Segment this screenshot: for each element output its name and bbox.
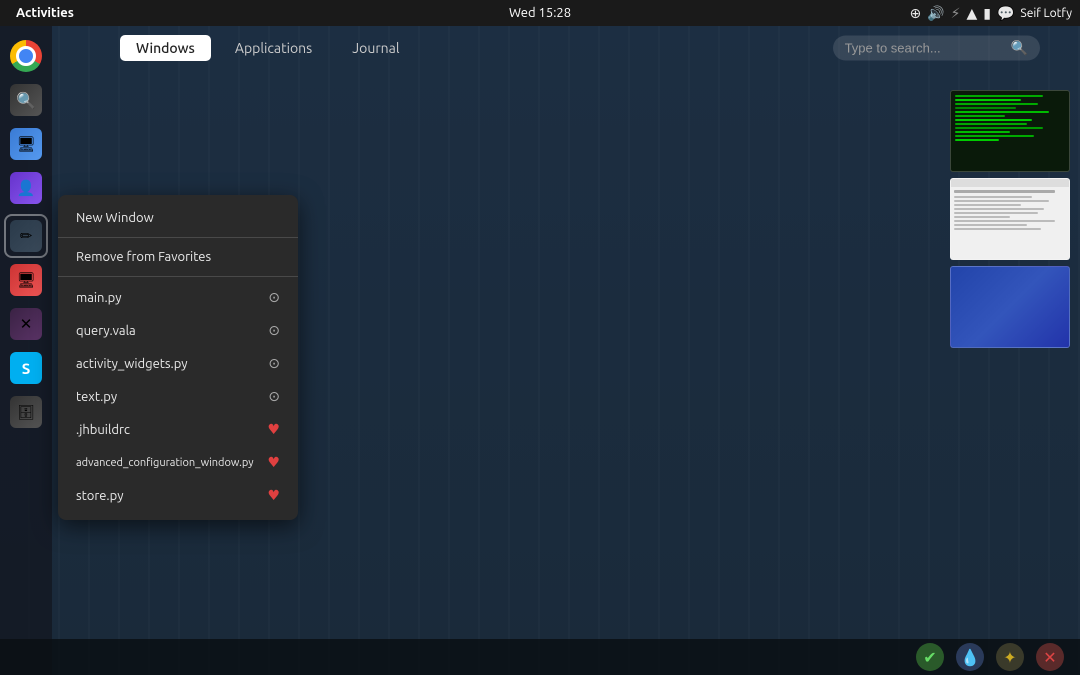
sidebar-dock: 🔍 🖥 👤 ✏ gedit 🖥 ✕ S 🗄 xyxy=(0,26,52,675)
browser-preview[interactable] xyxy=(950,178,1070,260)
browser-content xyxy=(951,187,1069,235)
terminal-preview[interactable] xyxy=(950,90,1070,172)
menu-item-store-py[interactable]: store.py ♥ xyxy=(58,479,298,512)
dock-item-imageviewer[interactable]: 🔍 xyxy=(6,80,46,120)
gedit-icon: ✏ xyxy=(10,220,42,252)
context-menu: New Window Remove from Favorites main.py… xyxy=(58,195,298,520)
dock-item-app4[interactable]: 👤 xyxy=(6,168,46,208)
previews-panel xyxy=(950,90,1070,348)
app4-icon: 👤 xyxy=(10,172,42,204)
bottombar-icon-star[interactable]: ✦ xyxy=(996,643,1024,671)
menu-item-new-window[interactable]: New Window xyxy=(58,203,298,233)
app9-icon: 🗄 xyxy=(10,396,42,428)
star-icon: ✦ xyxy=(1003,648,1016,667)
topbar-right: ⊕ 🔊 ⚡ ▲ ▮ 💬 Seif Lotfy xyxy=(909,5,1072,22)
imageviewer-icon: 🔍 xyxy=(10,84,42,116)
dock-item-app7[interactable]: ✕ xyxy=(6,304,46,344)
app6-icon: 🖥 xyxy=(10,264,42,296)
bottombar-icon-x[interactable]: ✕ xyxy=(1036,643,1064,671)
topbar: Activities Wed 15:28 ⊕ 🔊 ⚡ ▲ ▮ 💬 Seif Lo… xyxy=(0,0,1080,26)
menu-item-main-py-label: main.py xyxy=(76,291,122,305)
menu-item-main-py-icon: ⊙ xyxy=(268,289,280,306)
browser-bar xyxy=(951,179,1069,187)
dock-item-app9[interactable]: 🗄 xyxy=(6,392,46,432)
check-icon: ✔ xyxy=(923,648,936,667)
tab-windows[interactable]: Windows xyxy=(120,35,211,61)
search-input[interactable] xyxy=(845,41,1005,56)
app3-icon: 🖥 xyxy=(10,128,42,160)
user-name: Seif Lotfy xyxy=(1020,7,1072,20)
menu-item-jhbuildrc[interactable]: .jhbuildrc ♥ xyxy=(58,413,298,446)
search-icon: 🔍 xyxy=(1011,40,1028,57)
terminal-lines xyxy=(951,91,1069,147)
menu-item-store-py-icon: ♥ xyxy=(267,487,280,504)
volume-icon[interactable]: 🔊 xyxy=(927,5,944,22)
bottombar-icon-drop[interactable]: 💧 xyxy=(956,643,984,671)
menu-item-advanced-config-label: advanced_configuration_window.py xyxy=(76,457,254,469)
tab-applications[interactable]: Applications xyxy=(219,35,328,61)
desktop-preview[interactable] xyxy=(950,266,1070,348)
menu-item-text-py[interactable]: text.py ⊙ xyxy=(58,380,298,413)
user-label[interactable]: Seif Lotfy xyxy=(1020,7,1072,20)
dock-item-gedit[interactable]: ✏ gedit xyxy=(6,216,46,256)
menu-item-remove-favorites[interactable]: Remove from Favorites xyxy=(58,242,298,272)
menu-item-jhbuildrc-icon: ♥ xyxy=(267,421,280,438)
wifi-icon[interactable]: ▲ xyxy=(966,5,977,22)
menu-item-new-window-label: New Window xyxy=(76,211,154,225)
navbar: Windows Applications Journal 🔍 xyxy=(0,26,1080,70)
bottombar: ✔ 💧 ✦ ✕ xyxy=(0,639,1080,675)
menu-item-query-vala-icon: ⊙ xyxy=(268,322,280,339)
menu-item-activity-widgets-icon: ⊙ xyxy=(268,355,280,372)
menu-item-text-py-label: text.py xyxy=(76,390,117,404)
app7-icon: ✕ xyxy=(10,308,42,340)
activities-button[interactable]: Activities xyxy=(8,6,82,20)
dock-item-skype[interactable]: S xyxy=(6,348,46,388)
topbar-clock: Wed 15:28 xyxy=(509,6,571,20)
bottombar-icon-check[interactable]: ✔ xyxy=(916,643,944,671)
tab-journal[interactable]: Journal xyxy=(336,35,415,61)
skype-icon: S xyxy=(10,352,42,384)
bluetooth2-icon[interactable]: ⚡ xyxy=(951,5,961,22)
search-box[interactable]: 🔍 xyxy=(833,36,1040,61)
menu-item-text-py-icon: ⊙ xyxy=(268,388,280,405)
drop-icon: 💧 xyxy=(960,648,980,667)
menu-item-activity-widgets[interactable]: activity_widgets.py ⊙ xyxy=(58,347,298,380)
menu-divider-1 xyxy=(58,237,298,238)
menu-divider-2 xyxy=(58,276,298,277)
dock-item-app6[interactable]: 🖥 xyxy=(6,260,46,300)
menu-item-remove-favorites-label: Remove from Favorites xyxy=(76,250,211,264)
menu-item-store-py-label: store.py xyxy=(76,489,123,503)
menu-item-query-vala-label: query.vala xyxy=(76,324,136,338)
menu-item-jhbuildrc-label: .jhbuildrc xyxy=(76,423,130,437)
bluetooth-icon: ⊕ xyxy=(909,5,921,22)
dock-item-app3[interactable]: 🖥 xyxy=(6,124,46,164)
menu-item-query-vala[interactable]: query.vala ⊙ xyxy=(58,314,298,347)
menu-item-activity-widgets-label: activity_widgets.py xyxy=(76,357,188,371)
menu-item-advanced-config[interactable]: advanced_configuration_window.py ♥ xyxy=(58,446,298,479)
chat-icon[interactable]: 💬 xyxy=(997,5,1014,22)
menu-item-main-py[interactable]: main.py ⊙ xyxy=(58,281,298,314)
battery-icon[interactable]: ▮ xyxy=(983,5,991,22)
x-icon: ✕ xyxy=(1043,648,1056,667)
menu-item-advanced-config-icon: ♥ xyxy=(267,454,280,471)
